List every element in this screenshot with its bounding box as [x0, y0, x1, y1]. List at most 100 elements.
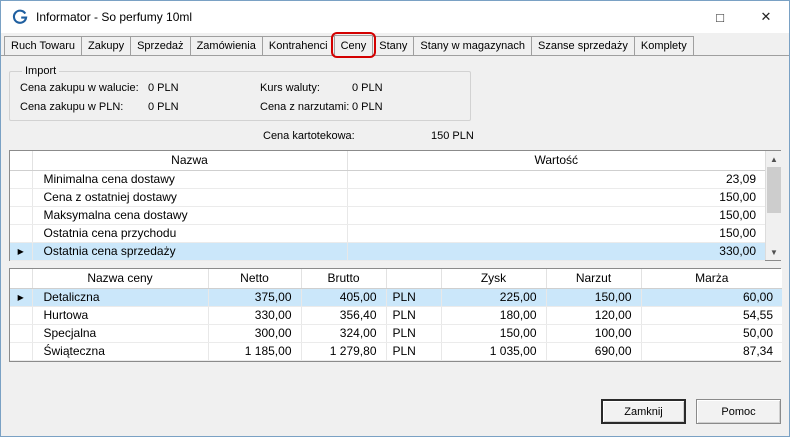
table-row[interactable]: Maksymalna cena dostawy 150,00 [10, 206, 765, 225]
field-value-cena-z-narzutami: 0 PLN [352, 101, 383, 113]
field-value-cena-zakupu-walucie: 0 PLN [148, 82, 179, 94]
window-title: Informator - So perfumy 10ml [36, 10, 193, 24]
header-brutto: Brutto [301, 269, 387, 289]
zamknij-button[interactable]: Zamknij [601, 399, 686, 424]
row-marker-icon: ▶ [10, 288, 33, 307]
cell-zysk: 150,00 [441, 324, 547, 343]
scroll-up-icon[interactable]: ▲ [766, 151, 782, 167]
cell-value: 150,00 [347, 224, 765, 243]
header-netto: Netto [208, 269, 302, 289]
informator-window: Informator - So perfumy 10ml □ ✕ Ruch To… [0, 0, 790, 437]
cell-zysk: 1 035,00 [441, 342, 547, 361]
cena-kartotekowa-row: Cena kartotekowa: 150 PLN [263, 130, 781, 142]
table-row[interactable]: Cena z ostatniej dostawy 150,00 [10, 188, 765, 207]
import-fields: Cena zakupu w walucie: 0 PLN Kurs waluty… [20, 82, 462, 113]
cell-marza: 60,00 [641, 288, 782, 307]
tab-stany-w-magazynach[interactable]: Stany w magazynach [413, 36, 532, 55]
cell-brutto: 405,00 [301, 288, 387, 307]
cell-brutto: 356,40 [301, 306, 387, 325]
cell-value: 23,09 [347, 170, 765, 189]
cell-nazwa-ceny: Świąteczna [32, 342, 209, 361]
titlebar: Informator - So perfumy 10ml □ ✕ [1, 1, 789, 33]
window-controls: □ ✕ [697, 1, 789, 33]
cell-currency: PLN [386, 288, 442, 307]
tab-stany[interactable]: Stany [372, 36, 415, 55]
tab-zakupy[interactable]: Zakupy [81, 36, 132, 55]
table-row[interactable]: Świąteczna 1 185,00 1 279,80 PLN 1 035,0… [10, 342, 782, 361]
row-marker [10, 224, 33, 243]
cena-kartotekowa-value: 150 PLN [431, 130, 474, 142]
header-nazwa: Nazwa [32, 151, 348, 171]
table-row[interactable]: Ostatnia cena przychodu 150,00 [10, 224, 765, 243]
table-row-selected[interactable]: ▶ Ostatnia cena sprzedaży 330,00 [10, 242, 765, 261]
cell-narzut: 150,00 [546, 288, 642, 307]
scroll-down-icon[interactable]: ▼ [766, 244, 782, 260]
cell-value: 330,00 [347, 242, 765, 261]
scrollbar-track[interactable] [766, 167, 782, 244]
header-nazwa-ceny: Nazwa ceny [32, 269, 209, 289]
row-marker [10, 206, 33, 225]
field-label-cena-zakupu-walucie: Cena zakupu w walucie: [20, 82, 139, 94]
pomoc-button[interactable]: Pomoc [696, 399, 781, 424]
price-list-table: Nazwa ceny Netto Brutto Zysk Narzut Marż… [10, 269, 782, 361]
cell-name: Maksymalna cena dostawy [32, 206, 348, 225]
vertical-scrollbar[interactable]: ▲ ▼ [765, 151, 782, 260]
cell-marza: 87,34 [641, 342, 782, 361]
delivery-prices-grid: Nazwa Wartość Minimalna cena dostawy 23,… [9, 150, 782, 261]
cell-value: 150,00 [347, 206, 765, 225]
header-currency [386, 269, 442, 289]
tab-sprzedaz[interactable]: Sprzedaż [130, 36, 191, 55]
field-label-cena-zakupu-pln: Cena zakupu w PLN: [20, 101, 124, 113]
tab-strip: Ruch Towaru Zakupy Sprzedaż Zamówienia K… [1, 32, 789, 58]
row-marker [10, 342, 33, 361]
field-value-kurs-waluty: 0 PLN [352, 82, 383, 94]
row-marker-icon: ▶ [10, 242, 33, 261]
scrollbar-thumb[interactable] [767, 167, 781, 213]
cell-netto: 300,00 [208, 324, 302, 343]
maximize-button[interactable]: □ [697, 1, 743, 33]
cell-narzut: 120,00 [546, 306, 642, 325]
cell-marza: 50,00 [641, 324, 782, 343]
tab-ruch-towaru[interactable]: Ruch Towaru [4, 36, 82, 55]
header-narzut: Narzut [546, 269, 642, 289]
cell-zysk: 180,00 [441, 306, 547, 325]
table-row-selected[interactable]: ▶ Detaliczna 375,00 405,00 PLN 225,00 15… [10, 288, 782, 307]
row-marker [10, 324, 33, 343]
cell-marza: 54,55 [641, 306, 782, 325]
cell-brutto: 324,00 [301, 324, 387, 343]
tab-ceny-label: Ceny [340, 40, 367, 52]
table-header-row: Nazwa Wartość [10, 151, 765, 171]
tab-komplety[interactable]: Komplety [633, 36, 694, 55]
table-row[interactable]: Minimalna cena dostawy 23,09 [10, 170, 765, 189]
cell-netto: 375,00 [208, 288, 302, 307]
table-header-row: Nazwa ceny Netto Brutto Zysk Narzut Marż… [10, 269, 782, 289]
tab-szanse-sprzedazy[interactable]: Szanse sprzedaży [530, 36, 635, 55]
tab-page-ceny: Import Cena zakupu w walucie: 0 PLN Kurs… [1, 56, 789, 436]
tab-kontrahenci[interactable]: Kontrahenci [261, 36, 335, 55]
row-marker [10, 170, 33, 189]
cell-name: Minimalna cena dostawy [32, 170, 348, 189]
field-label-cena-z-narzutami: Cena z narzutami: [260, 101, 350, 113]
field-value-cena-zakupu-pln: 0 PLN [148, 101, 179, 113]
close-button[interactable]: ✕ [743, 1, 789, 33]
cell-currency: PLN [386, 324, 442, 343]
cell-brutto: 1 279,80 [301, 342, 387, 361]
price-list-grid: Nazwa ceny Netto Brutto Zysk Narzut Marż… [9, 268, 782, 362]
cell-name: Ostatnia cena sprzedaży [32, 242, 348, 261]
app-icon [12, 9, 28, 25]
field-label-kurs-waluty: Kurs waluty: [260, 82, 320, 94]
table-row[interactable]: Specjalna 300,00 324,00 PLN 150,00 100,0… [10, 324, 782, 343]
cell-name: Ostatnia cena przychodu [32, 224, 348, 243]
delivery-prices-table: Nazwa Wartość Minimalna cena dostawy 23,… [10, 151, 765, 261]
header-marker-gutter [10, 269, 33, 289]
table-row[interactable]: Hurtowa 330,00 356,40 PLN 180,00 120,00 … [10, 306, 782, 325]
cell-value: 150,00 [347, 188, 765, 207]
header-marza: Marża [641, 269, 782, 289]
import-groupbox: Import Cena zakupu w walucie: 0 PLN Kurs… [9, 65, 471, 121]
cell-nazwa-ceny: Hurtowa [32, 306, 209, 325]
tab-zamowienia[interactable]: Zamówienia [189, 36, 263, 55]
tab-ceny[interactable]: Ceny [330, 32, 377, 58]
cell-narzut: 100,00 [546, 324, 642, 343]
cell-narzut: 690,00 [546, 342, 642, 361]
header-marker-gutter [10, 151, 33, 171]
